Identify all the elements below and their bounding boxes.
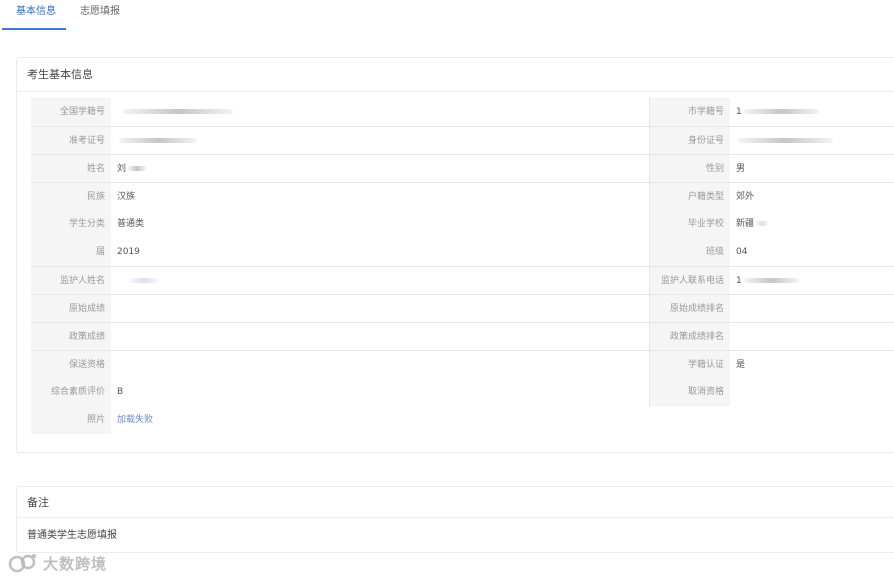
table-row: 民族 汉族 户籍类型 郊外 (31, 182, 894, 211)
class-year-label: 届 (31, 238, 111, 266)
original-score-rank-label: 原始成绩排名 (650, 295, 730, 323)
table-row: 学生分类 普通类 毕业学校 新疆 (31, 210, 894, 238)
admission-ticket-value (111, 127, 650, 155)
class-year-value: 2019 (111, 238, 650, 266)
table-row: 姓名 刘 性别 男 (31, 154, 894, 183)
watermark-logo-icon (8, 554, 36, 573)
household-type-value: 郊外 (736, 192, 755, 202)
student-category-value: 普通类 (111, 210, 650, 238)
name-label: 姓名 (31, 155, 111, 183)
redacted-mask (128, 166, 147, 171)
city-student-id-value: 1 (730, 98, 894, 126)
guardian-name-label: 监护人姓名 (31, 267, 111, 295)
table-row: 保送资格 学籍认证 是 (31, 350, 894, 379)
admission-ticket-label: 准考证号 (31, 127, 111, 155)
table-row: 综合素质评价 B 取消资格 (31, 378, 894, 406)
watermark-text: 大数跨境 (43, 555, 108, 573)
national-student-id-value (111, 98, 650, 126)
redacted-mask (738, 138, 833, 143)
ethnicity-value: 汉族 (111, 183, 650, 211)
enrollment-verification-label: 学籍认证 (650, 351, 730, 379)
student-category-label: 学生分类 (31, 210, 111, 238)
policy-score-value (111, 323, 650, 351)
redacted-mask (756, 221, 769, 226)
recommendation-eligibility-value (111, 351, 650, 379)
table-row: 原始成绩 原始成绩排名 (31, 294, 894, 323)
redacted-mask (119, 138, 197, 143)
class-label: 班级 (650, 238, 730, 266)
original-score-value (111, 295, 650, 323)
watermark: 大数跨境 (8, 548, 128, 576)
tab-volunteer-application[interactable]: 志愿填报 (80, 2, 120, 17)
enrollment-verification-value: 是 (736, 360, 746, 370)
table-row: 政策成绩 政策成绩排名 (31, 322, 894, 351)
id-card-label: 身份证号 (650, 127, 730, 155)
gender-value: 男 (736, 164, 746, 174)
guardian-name-value (111, 267, 650, 295)
recommendation-eligibility-label: 保送资格 (31, 351, 111, 379)
comprehensive-evaluation-label: 综合素质评价 (31, 378, 111, 406)
remark-card-title: 备注 (17, 487, 894, 518)
redacted-mask (129, 278, 159, 283)
ethnicity-label: 民族 (31, 183, 111, 211)
student-basic-info-card: 考生基本信息 全国学籍号 市学籍号 1 准考证号 身份证号 姓名 刘 性别 男 … (16, 57, 894, 453)
name-value: 刘 (111, 155, 650, 183)
active-tab-indicator (2, 28, 66, 30)
photo-label: 照片 (31, 406, 111, 434)
table-row: 届 2019 班级 04 (31, 238, 894, 266)
disqualification-label: 取消资格 (650, 378, 730, 406)
basic-info-card-title: 考生基本信息 (17, 58, 894, 92)
table-row: 照片 加载失败 (31, 406, 894, 434)
redacted-mask (743, 109, 819, 114)
table-row: 准考证号 身份证号 (31, 126, 894, 155)
gender-label: 性别 (650, 155, 730, 183)
policy-score-rank-label: 政策成绩排名 (650, 323, 730, 351)
graduate-school-label: 毕业学校 (650, 210, 730, 238)
guardian-phone-label: 监护人联系电话 (650, 267, 730, 295)
table-row: 全国学籍号 市学籍号 1 (31, 98, 894, 126)
redacted-mask (743, 278, 799, 283)
redacted-mask (123, 109, 233, 114)
remark-text: 普通类学生志愿填报 (27, 530, 117, 541)
original-score-label: 原始成绩 (31, 295, 111, 323)
comprehensive-evaluation-value: B (111, 378, 650, 406)
class-value: 04 (736, 247, 748, 257)
policy-score-label: 政策成绩 (31, 323, 111, 351)
national-student-id-label: 全国学籍号 (31, 98, 111, 126)
remark-card: 备注 普通类学生志愿填报 (16, 486, 894, 553)
household-type-label: 户籍类型 (650, 183, 730, 211)
policy-score-rank-value (730, 323, 894, 351)
tab-bar: 基本信息 志愿填报 (0, 0, 894, 30)
city-student-id-label: 市学籍号 (650, 98, 730, 126)
id-card-value (730, 127, 894, 155)
tab-basic-info[interactable]: 基本信息 (16, 2, 56, 17)
photo-load-failed-link[interactable]: 加载失败 (111, 406, 894, 434)
graduate-school-value: 新疆 (730, 210, 894, 238)
guardian-phone-value: 1 (730, 267, 894, 295)
disqualification-value (730, 378, 894, 406)
table-row: 监护人姓名 监护人联系电话 1 (31, 266, 894, 295)
original-score-rank-value (730, 295, 894, 323)
